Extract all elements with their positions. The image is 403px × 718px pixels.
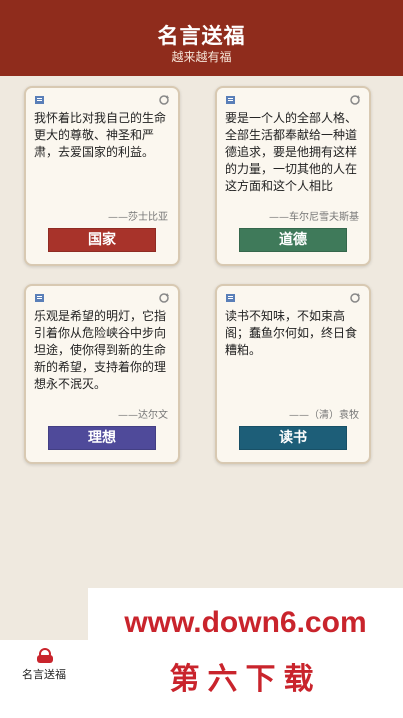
document-icon: [35, 96, 44, 104]
quote-card[interactable]: 要是一个人的全部人格、全部生活都奉献给一种道德追求，要是他拥有这样的力量，一切其…: [215, 86, 371, 266]
quote-text: 乐观是希望的明灯，它指引着你从危险峡谷中步向坦途，使你得到新的生命新的希望，支持…: [34, 309, 167, 391]
app-title: 名言送福: [157, 24, 246, 48]
document-icon: [226, 96, 235, 104]
refresh-icon[interactable]: [349, 292, 361, 304]
tabbar-label: 名言送福: [22, 668, 66, 681]
quote-author: ——（清）袁牧: [289, 410, 359, 421]
refresh-icon[interactable]: [158, 292, 170, 304]
watermark: www.down6.com 第六下载: [88, 588, 403, 718]
app-header: 名言送福 越来越有福: [0, 0, 403, 76]
quote-card[interactable]: 我怀着比对我自己的生命更大的尊敬、神圣和严肃，去爱国家的利益。 ——莎士比亚 国…: [24, 86, 180, 266]
quote-author: ——达尔文: [118, 410, 168, 421]
tabbar-item-home[interactable]: 名言送福: [0, 640, 88, 718]
quote-author: ——莎士比亚: [108, 212, 168, 223]
app-icon: [37, 648, 53, 663]
quote-card[interactable]: 读书不知味，不如束高阁；蠢鱼尔何如，终日食糟粕。 ——（清）袁牧 读书: [215, 284, 371, 464]
watermark-name: 第六下载: [169, 662, 322, 697]
quote-author: ——车尔尼雪夫斯基: [269, 212, 359, 223]
refresh-icon[interactable]: [158, 94, 170, 106]
document-icon: [226, 294, 235, 302]
document-icon: [35, 294, 44, 302]
quote-text: 要是一个人的全部人格、全部生活都奉献给一种道德追求，要是他拥有这样的力量，一切其…: [225, 111, 358, 193]
quote-text: 我怀着比对我自己的生命更大的尊敬、神圣和严肃，去爱国家的利益。: [34, 111, 167, 159]
quote-card[interactable]: 乐观是希望的明灯，它指引着你从危险峡谷中步向坦途，使你得到新的生命新的希望，支持…: [24, 284, 180, 464]
app-subtitle: 越来越有福: [171, 50, 232, 64]
category-button-reading[interactable]: 读书: [239, 426, 347, 450]
watermark-url: www.down6.com: [124, 606, 367, 639]
refresh-icon[interactable]: [349, 94, 361, 106]
category-button-country[interactable]: 国家: [48, 228, 156, 252]
quote-text: 读书不知味，不如束高阁；蠢鱼尔何如，终日食糟粕。: [225, 309, 358, 357]
category-button-ideal[interactable]: 理想: [48, 426, 156, 450]
category-button-morality[interactable]: 道德: [239, 228, 347, 252]
